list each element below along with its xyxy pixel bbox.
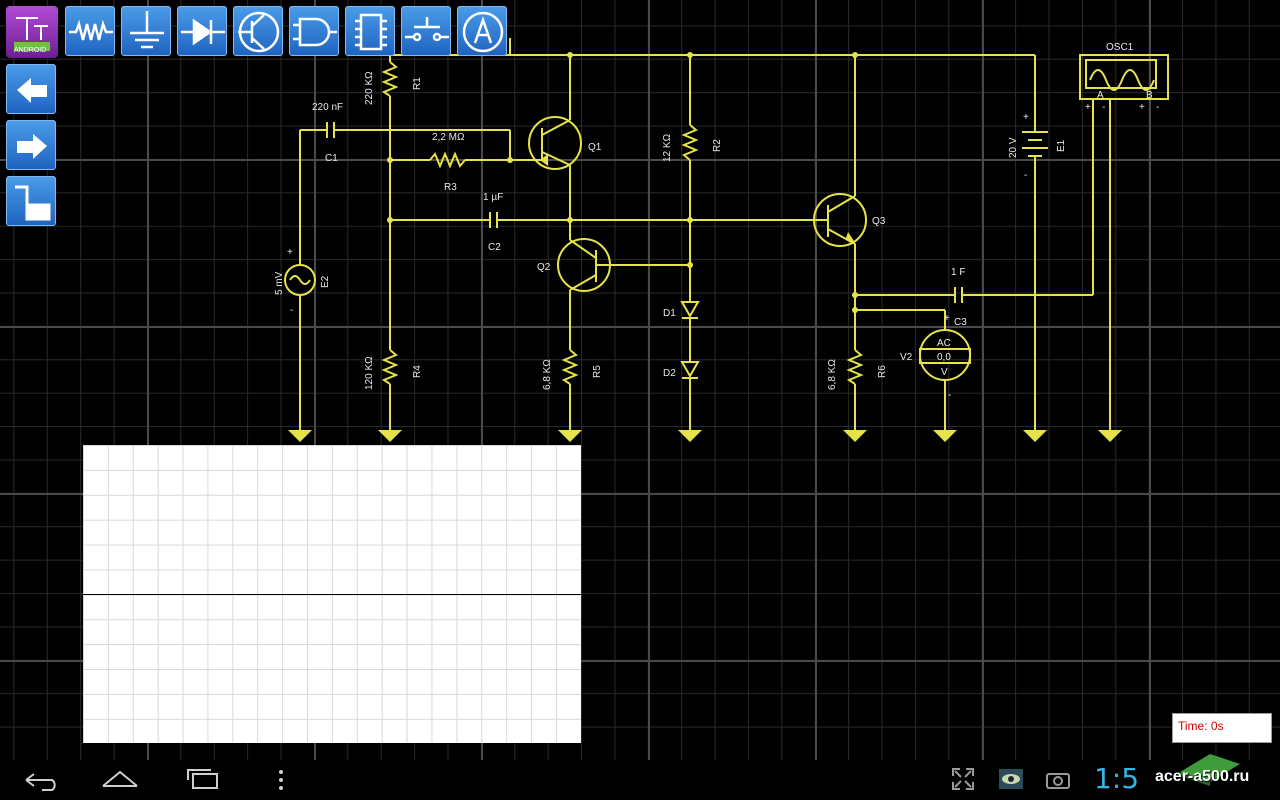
label-v2-name: V2 [900,352,913,363]
label-osc1-b-plus: + [1139,102,1145,113]
ic-chip-icon [355,13,387,51]
label-e1-minus: - [1024,170,1027,181]
ground-tool-button[interactable] [121,6,171,56]
label-v2-minus: - [948,390,951,401]
oscilloscope-display[interactable] [83,445,581,743]
label-v2-mode: AC [937,338,951,349]
home-icon[interactable] [100,766,140,792]
label-q1-name: Q1 [588,142,602,153]
label-q2-name: Q2 [537,262,551,273]
ammeter-tool-button[interactable] [457,6,507,56]
system-clock: 1:5 [1094,762,1140,795]
redo-button[interactable] [6,120,56,170]
label-e1-plus: + [1023,112,1029,123]
label-r5-value: 6,8 KΩ [542,359,553,390]
label-r2-name: R2 [712,139,723,152]
diode-tool-button[interactable] [177,6,227,56]
label-c1-name: C1 [325,153,338,164]
label-r3-value: 2,2 MΩ [432,132,465,143]
back-icon[interactable] [22,768,62,792]
app-logo[interactable]: ANDROID [6,6,58,58]
logic-gate-icon [293,17,337,47]
label-r6-value: 6,8 KΩ [827,359,838,390]
label-osc1-a-minus: - [1102,102,1105,113]
label-r1-value: 220 KΩ [364,71,375,105]
label-q3-name: Q3 [872,216,886,227]
eye-icon[interactable] [998,766,1024,792]
switch-tool-button[interactable] [401,6,451,56]
label-r4-value: 120 KΩ [364,356,375,390]
ground-icon [130,11,164,49]
label-osc1-a-plus: + [1085,102,1091,113]
logic-gate-tool-button[interactable] [289,6,339,56]
oscilloscope-trace [83,594,581,595]
label-d2-name: D2 [663,368,676,379]
simulation-time-box: Time: 0s [1172,713,1272,743]
label-d1-name: D1 [663,308,676,319]
simulation-time-label: Time: 0s [1178,719,1224,733]
label-c2-value: 1 µF [483,192,503,203]
label-e2-minus: - [290,305,293,316]
label-r6-name: R6 [877,365,888,378]
menu-icon[interactable] [275,768,287,792]
ammeter-icon [462,11,504,53]
label-e1-value: 20 V [1008,137,1019,158]
resistor-tool-button[interactable] [65,6,115,56]
diode-icon [181,18,225,46]
label-osc1-b: B [1146,90,1153,101]
label-osc1-name: OSC1 [1106,42,1134,53]
label-r5-name: R5 [592,365,603,378]
redo-icon [17,134,47,159]
label-c3-plus: + [944,313,950,324]
undo-button[interactable] [6,64,56,114]
label-c3-value: 1 F [951,267,965,278]
label-e2-name: E2 [320,275,331,288]
label-v2-unit: V [941,367,948,378]
transistor-icon [238,11,280,53]
label-r2-value: 12 KΩ [662,133,673,162]
watermark-text: acer-a500.ru [1155,768,1250,785]
label-c1-value: 220 nF [312,102,343,113]
ic-chip-tool-button[interactable] [345,6,395,56]
label-e2-plus: + [287,247,293,258]
label-r4-name: R4 [412,365,423,378]
voltmeter-reading: 0,0 [937,352,951,363]
wire-icon [15,185,51,221]
recent-apps-icon[interactable] [183,766,223,792]
undo-icon [17,78,47,103]
label-r1-name: R1 [412,77,423,90]
transistor-tool-button[interactable] [233,6,283,56]
label-c3-name: C3 [954,317,967,328]
resistor-icon [69,19,113,41]
logo-text: ANDROID [14,47,47,54]
label-r3-name: R3 [444,182,457,193]
fullscreen-icon[interactable] [950,766,976,792]
label-osc1-a: A [1097,90,1104,101]
label-e2-value: 5 mV [274,271,285,295]
label-e1-name: E1 [1056,139,1067,152]
camera-icon[interactable] [1045,768,1071,790]
system-navigation-bar [0,760,1280,800]
label-osc1-b-minus: - [1156,102,1159,113]
push-button-icon [405,17,449,42]
wire-tool-button[interactable] [6,176,56,226]
label-c2-name: C2 [488,242,501,253]
